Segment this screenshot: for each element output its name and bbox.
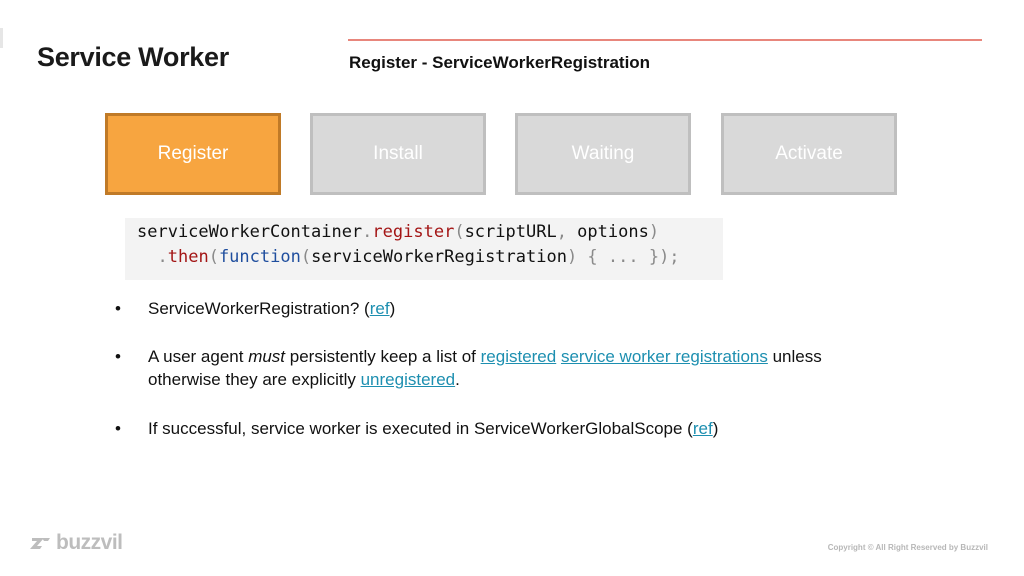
step-register: Register <box>105 113 281 195</box>
bullet-text: . <box>455 370 460 389</box>
code-method: then <box>167 247 209 267</box>
step-activate: Activate <box>721 113 897 195</box>
code-dot: . <box>362 222 373 242</box>
step-waiting: Waiting <box>515 113 691 195</box>
code-arg: options <box>577 222 649 242</box>
code-comma: , <box>556 222 578 242</box>
code-paren: ( <box>454 222 465 242</box>
code-keyword: function <box>218 247 301 267</box>
code-snippet: serviceWorkerContainer.register(scriptUR… <box>125 218 723 280</box>
bullet-item: ServiceWorkerRegistration? (ref) <box>115 297 835 320</box>
step-install: Install <box>310 113 486 195</box>
bullet-text: ) <box>389 299 396 318</box>
code-method: register <box>372 222 455 242</box>
ref-link[interactable]: ref <box>370 299 390 318</box>
code-rest: ) { ... }); <box>566 247 680 267</box>
lifecycle-steps: Register Install Waiting Activate <box>105 113 898 195</box>
slide-subtitle: Register - ServiceWorkerRegistration <box>349 53 651 72</box>
code-dot: . <box>157 247 168 267</box>
bullet-text: ) <box>712 419 719 438</box>
bullet-text: persistently keep a list of <box>285 347 481 366</box>
copyright-text: Copyright © All Right Reserved by Buzzvi… <box>827 543 988 552</box>
subtitle-divider <box>348 39 982 41</box>
slide-edge-marker <box>0 28 3 48</box>
ref-link[interactable]: ref <box>693 419 713 438</box>
bullet-item: A user agent must persistently keep a li… <box>115 345 835 391</box>
bullet-text: If successful, service worker is execute… <box>148 419 693 438</box>
buzzvil-logo: buzzvil <box>30 531 123 555</box>
code-paren: ( <box>300 247 312 267</box>
bullet-item: If successful, service worker is execute… <box>115 417 835 440</box>
code-param: serviceWorkerRegistration <box>311 247 567 267</box>
code-paren: ) <box>648 222 660 242</box>
code-arg: scriptURL <box>464 222 557 242</box>
buzzvil-logo-icon <box>30 538 50 549</box>
unregistered-link[interactable]: unregistered <box>361 370 456 389</box>
code-object: serviceWorkerContainer <box>137 222 363 242</box>
bullet-text: ServiceWorkerRegistration? ( <box>148 299 370 318</box>
bullet-text: A user agent <box>148 347 249 366</box>
slide-title: Service Worker <box>37 42 229 72</box>
service-worker-registrations-link[interactable]: service worker registrations <box>561 347 768 366</box>
registered-link[interactable]: registered <box>481 347 557 366</box>
emphasis-text: must <box>248 347 286 366</box>
logo-text: buzzvil <box>56 531 123 554</box>
code-paren: ( <box>208 247 219 267</box>
